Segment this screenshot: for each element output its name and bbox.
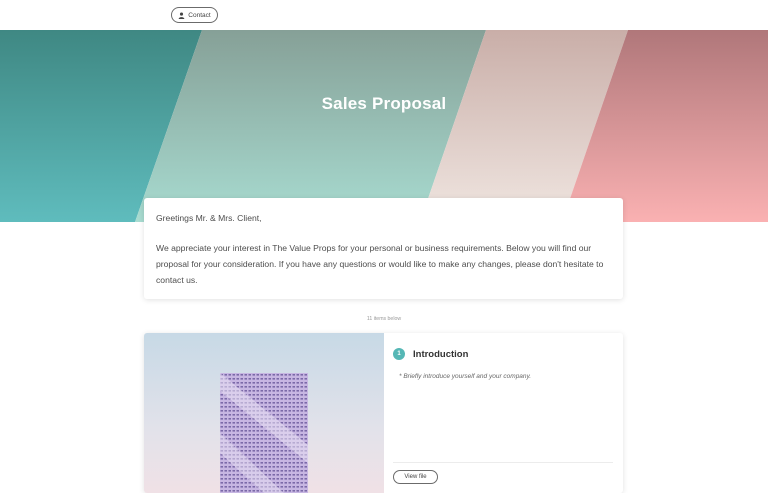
- proposal-item-card: 1 Introduction * Briefly introduce yours…: [144, 333, 623, 493]
- top-bar: Contact: [0, 0, 768, 30]
- item-description: * Briefly introduce yourself and your co…: [399, 373, 532, 380]
- items-count: 11 items below: [366, 316, 402, 322]
- item-image[interactable]: [144, 333, 384, 493]
- contact-button-label: Contact: [188, 11, 211, 19]
- item-title: Introduction: [413, 348, 469, 360]
- hero-background: [0, 30, 768, 222]
- contact-button[interactable]: Contact: [171, 7, 218, 23]
- item-header: 1 Introduction: [393, 348, 468, 360]
- item-body: 1 Introduction * Briefly introduce yours…: [384, 333, 623, 493]
- view-file-button[interactable]: View file: [393, 470, 438, 484]
- user-icon: [178, 12, 185, 19]
- hero-banner: Sales Proposal: [0, 30, 768, 222]
- letter-body: We appreciate your interest in The Value…: [156, 243, 604, 285]
- cover-letter-card: Greetings Mr. & Mrs. Client, We apprecia…: [144, 198, 623, 299]
- letter-greeting: Greetings Mr. & Mrs. Client,: [156, 213, 262, 223]
- page-title: Sales Proposal: [321, 94, 447, 113]
- item-number-badge: 1: [393, 348, 405, 360]
- item-divider: [393, 462, 613, 463]
